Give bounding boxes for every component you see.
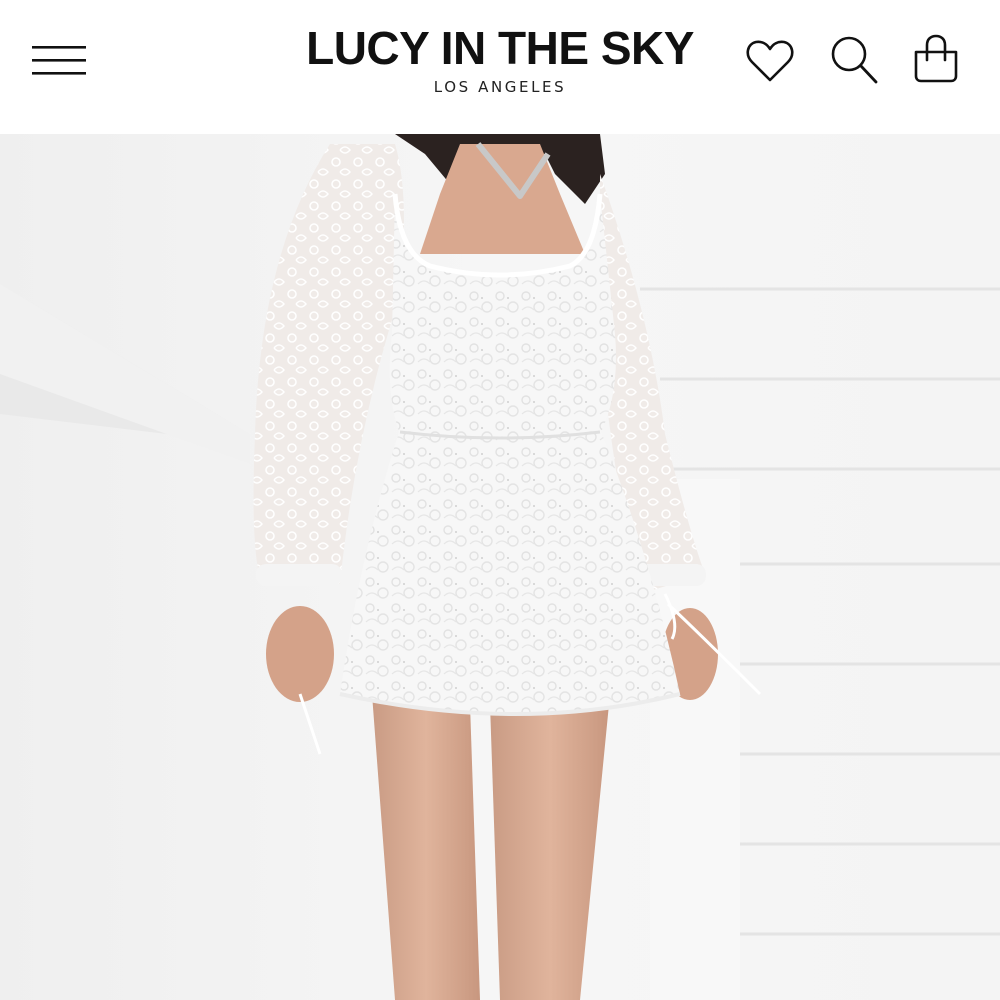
menu-button[interactable] xyxy=(28,38,92,84)
search-button[interactable] xyxy=(824,30,884,90)
brand-logo[interactable]: LUCY IN THE SKY LOS ANGELES xyxy=(280,22,720,96)
shopping-bag-button[interactable] xyxy=(906,30,966,90)
search-icon xyxy=(831,36,878,84)
wishlist-button[interactable] xyxy=(740,30,800,90)
site-header: LUCY IN THE SKY LOS ANGELES xyxy=(0,0,1000,134)
brand-name: LUCY IN THE SKY xyxy=(306,22,694,74)
shopping-bag-icon xyxy=(914,34,958,83)
product-photo xyxy=(0,134,1000,1000)
hamburger-menu-icon xyxy=(32,46,86,75)
brand-location: LOS ANGELES xyxy=(433,78,567,96)
heart-icon xyxy=(746,40,794,82)
product-hero-image[interactable] xyxy=(0,134,1000,1000)
